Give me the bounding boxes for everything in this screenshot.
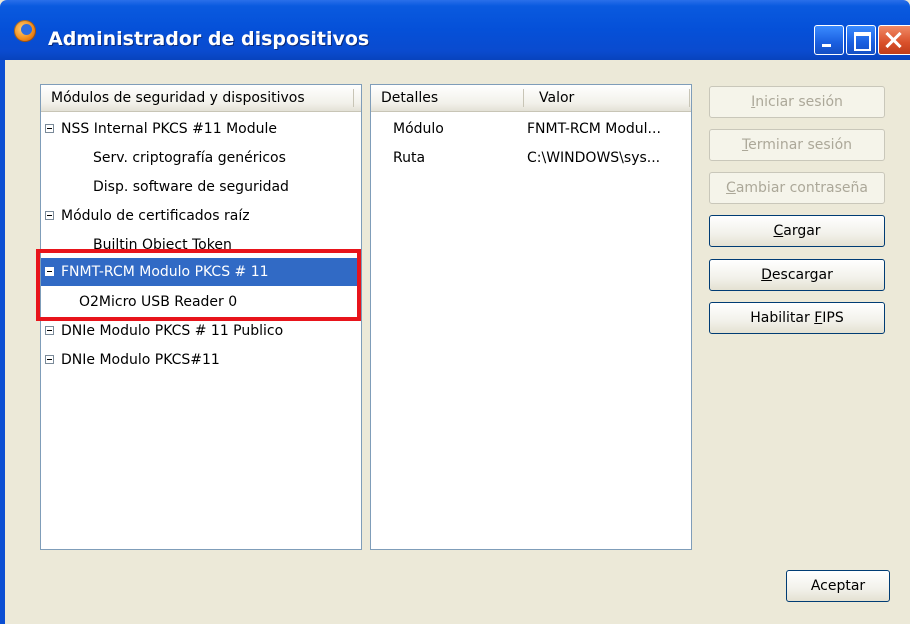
login-button[interactable]: Iniciar sesión bbox=[709, 86, 885, 118]
detail-value-path: C:\WINDOWS\sys... bbox=[527, 150, 661, 166]
button-label: escargar bbox=[771, 267, 833, 283]
tree-row-root-certs[interactable]: Módulo de certificados raíz bbox=[41, 202, 361, 230]
tree-row-nss-internal[interactable]: NSS Internal PKCS #11 Module bbox=[41, 115, 361, 143]
firefox-icon bbox=[14, 20, 36, 42]
collapse-icon[interactable] bbox=[45, 326, 54, 335]
enable-fips-button[interactable]: Habilitar FIPS bbox=[709, 302, 885, 334]
button-label: Habilitar bbox=[750, 310, 815, 326]
tree-row-label: O2Micro USB Reader 0 bbox=[79, 294, 238, 310]
window-title: Administrador de dispositivos bbox=[48, 28, 370, 50]
button-label: IPS bbox=[822, 310, 844, 326]
tree-row-o2micro-reader[interactable]: O2Micro USB Reader 0 bbox=[41, 288, 361, 316]
column-separator bbox=[689, 89, 690, 107]
maximize-button[interactable] bbox=[846, 25, 876, 55]
button-label: niciar sesión bbox=[755, 94, 843, 110]
close-button[interactable] bbox=[878, 25, 910, 55]
logout-button[interactable]: Terminar sesión bbox=[709, 129, 885, 161]
button-label: argar bbox=[783, 223, 821, 239]
accept-button[interactable]: Aceptar bbox=[786, 570, 890, 602]
tree-header-label: Módulos de seguridad y dispositivos bbox=[51, 90, 305, 106]
minimize-button[interactable] bbox=[814, 25, 844, 55]
title-bar[interactable]: Administrador de dispositivos bbox=[0, 0, 910, 60]
tree-row-label: FNMT-RCM Modulo PKCS # 11 bbox=[61, 264, 269, 280]
tree-row-builtin-token[interactable]: Builtin Object Token bbox=[41, 231, 361, 259]
device-manager-window: Administrador de dispositivos Módulos de… bbox=[0, 0, 910, 624]
change-password-button[interactable]: Cambiar contraseña bbox=[709, 172, 885, 204]
tree-row-label: Builtin Object Token bbox=[93, 237, 232, 253]
button-accelerator: D bbox=[761, 267, 772, 283]
button-label: erminar sesión bbox=[748, 137, 853, 153]
button-accelerator: C bbox=[726, 180, 736, 196]
column-header-details[interactable]: Detalles bbox=[381, 90, 438, 106]
tree-row-dnie-public[interactable]: DNIe Modulo PKCS # 11 Publico bbox=[41, 317, 361, 345]
collapse-icon[interactable] bbox=[45, 211, 54, 220]
tree-row-label: DNIe Modulo PKCS#11 bbox=[61, 352, 220, 368]
detail-key-module: Módulo bbox=[393, 121, 444, 137]
collapse-icon[interactable] bbox=[45, 124, 54, 133]
tree-row-label: DNIe Modulo PKCS # 11 Publico bbox=[61, 323, 284, 339]
tree-row-fnmt-rcm[interactable]: FNMT-RCM Modulo PKCS # 11 bbox=[41, 258, 357, 286]
column-separator[interactable] bbox=[523, 89, 524, 107]
unload-button[interactable]: Descargar bbox=[709, 259, 885, 291]
detail-value-module: FNMT-RCM Modul... bbox=[527, 121, 661, 137]
load-button[interactable]: Cargar bbox=[709, 215, 885, 247]
tree-header[interactable]: Módulos de seguridad y dispositivos bbox=[41, 85, 361, 112]
collapse-icon[interactable] bbox=[45, 267, 54, 276]
tree-row-label: NSS Internal PKCS #11 Module bbox=[61, 121, 277, 137]
tree-row-label: Serv. criptografía genéricos bbox=[93, 150, 286, 166]
tree-row-label: Módulo de certificados raíz bbox=[61, 208, 250, 224]
tree-row-software-security[interactable]: Disp. software de seguridad bbox=[41, 173, 361, 201]
detail-key-path: Ruta bbox=[393, 150, 426, 166]
collapse-icon[interactable] bbox=[45, 355, 54, 364]
tree-row-generic-crypto[interactable]: Serv. criptografía genéricos bbox=[41, 144, 361, 172]
details-header: Detalles Valor bbox=[371, 85, 691, 112]
column-separator bbox=[353, 89, 354, 107]
details-list[interactable]: Detalles Valor Módulo FNMT-RCM Modul... … bbox=[370, 84, 692, 550]
tree-row-dnie[interactable]: DNIe Modulo PKCS#11 bbox=[41, 346, 361, 374]
button-label: ambiar contraseña bbox=[735, 180, 868, 196]
security-modules-tree[interactable]: Módulos de seguridad y dispositivos NSS … bbox=[40, 84, 362, 550]
tree-row-label: Disp. software de seguridad bbox=[93, 179, 289, 195]
button-accelerator: C bbox=[773, 223, 784, 239]
window-frame-left bbox=[0, 60, 5, 624]
column-header-value[interactable]: Valor bbox=[539, 90, 574, 106]
